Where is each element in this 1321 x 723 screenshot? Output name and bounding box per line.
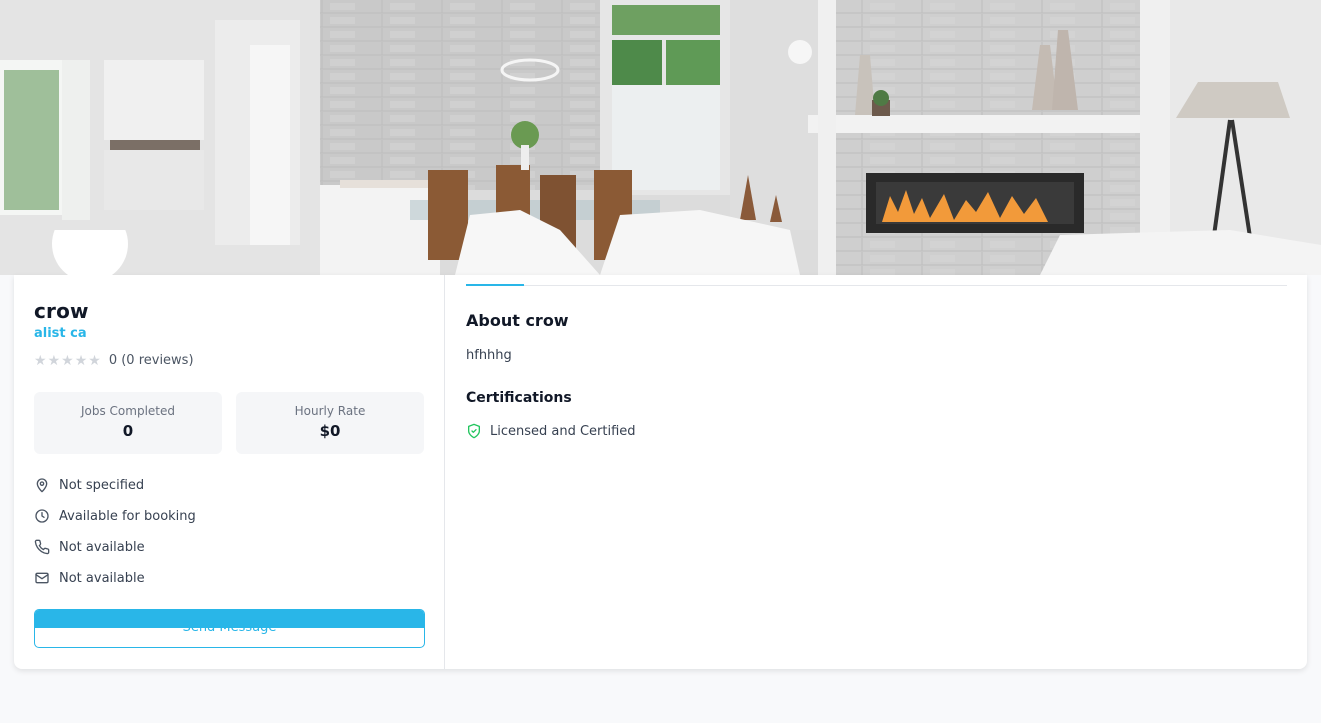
location-info: Not specified — [34, 477, 144, 493]
send-message-button[interactable]: Send Message — [34, 609, 425, 648]
location-text: Not specified — [59, 477, 145, 493]
shield-check-icon — [468, 423, 480, 439]
email-text: Not available — [59, 570, 145, 586]
jobs-completed-value: 0 — [122, 422, 134, 440]
clock-icon — [35, 509, 49, 523]
certifications-title: Certifications — [466, 390, 572, 406]
rating: ★ ★ ★ ★ ★ 0 (0 reviews) — [34, 353, 194, 368]
mail-icon — [35, 572, 49, 584]
star-icon: ★ — [74, 352, 88, 369]
profile-sidebar: crow alist ca ★ ★ ★ ★ ★ 0 (0 reviews) Jo… — [14, 230, 445, 669]
about-title: About crow — [466, 311, 569, 330]
jobs-completed-label: Jobs Completed — [80, 404, 175, 418]
phone-icon — [34, 539, 50, 555]
email-info: Not available — [34, 570, 145, 586]
star-icon: ★ — [34, 352, 47, 369]
rating-text: 0 (0 reviews) — [108, 353, 194, 368]
tab-active-indicator[interactable] — [466, 284, 524, 286]
certification-item: Licensed and Certified — [466, 423, 636, 439]
map-pin-icon — [36, 478, 48, 493]
cover-image — [0, 0, 1321, 275]
star-rating: ★ ★ ★ ★ ★ — [34, 354, 101, 368]
star-icon: ★ — [47, 352, 61, 369]
star-icon: ★ — [61, 352, 74, 369]
profile-card: crow alist ca ★ ★ ★ ★ ★ 0 (0 reviews) Jo… — [14, 230, 1307, 669]
hourly-rate-stat: Hourly Rate $0 — [236, 392, 424, 454]
tab-bar — [466, 285, 1287, 286]
company-link[interactable]: alist ca — [34, 326, 87, 341]
hourly-rate-label: Hourly Rate — [294, 404, 366, 418]
certification-label: Licensed and Certified — [490, 423, 636, 439]
star-icon: ★ — [88, 352, 101, 369]
about-text: hfhhhg — [466, 348, 512, 363]
jobs-completed-stat: Jobs Completed 0 — [34, 392, 222, 454]
phone-info: Not available — [34, 539, 145, 555]
profile-name: crow — [34, 299, 89, 323]
profile-main: About crow hfhhhg Certifications License… — [446, 275, 1307, 669]
phone-text: Not available — [59, 539, 145, 555]
hourly-rate-value: $0 — [319, 422, 341, 440]
send-message-label: Send Message — [182, 620, 277, 635]
availability-text: Available for booking — [59, 508, 196, 524]
availability-info: Available for booking — [34, 508, 196, 524]
